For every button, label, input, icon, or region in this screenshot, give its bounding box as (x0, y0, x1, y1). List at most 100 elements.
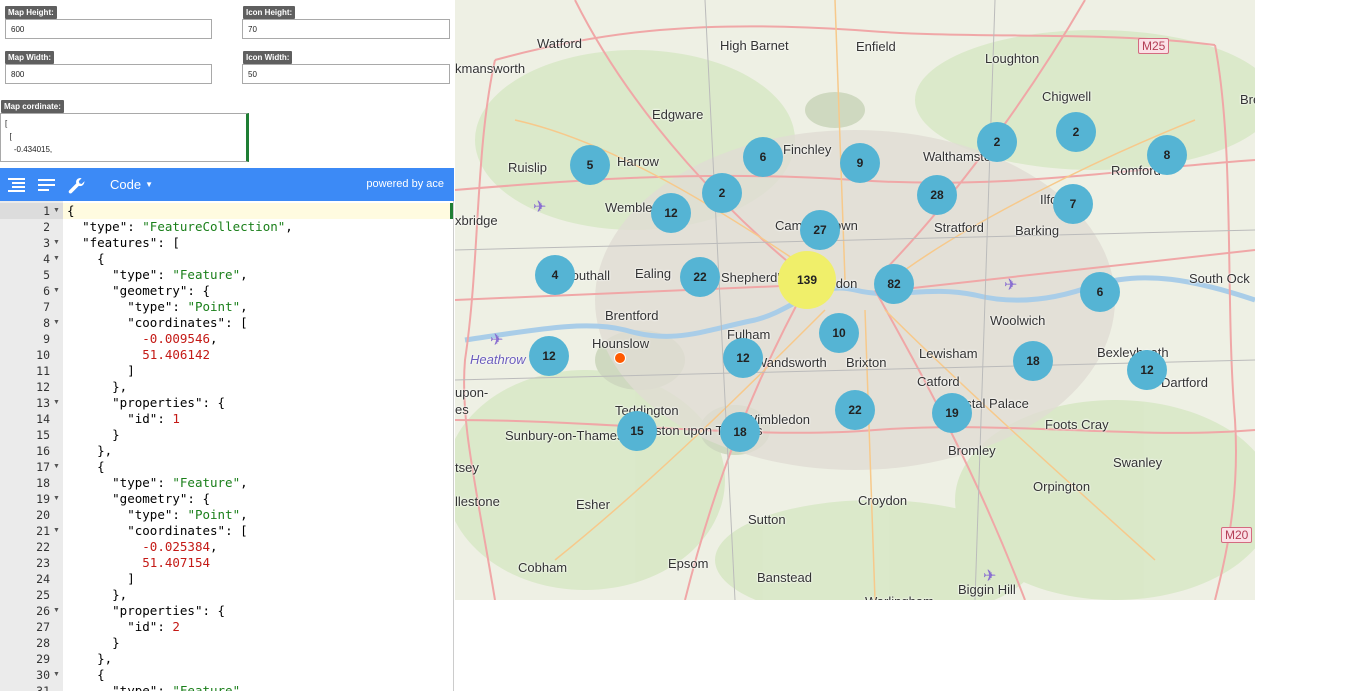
code-line[interactable]: 13 ▼ "properties": { (0, 395, 453, 411)
code-line[interactable]: 25 }, (0, 587, 453, 603)
mode-dropdown[interactable]: Code ▼ (110, 177, 153, 192)
marker-cluster[interactable]: 12 (651, 193, 691, 233)
place-label: Lewisham (919, 346, 978, 361)
map-marker[interactable] (614, 352, 626, 364)
fold-toggle-icon[interactable]: ▼ (53, 251, 60, 267)
airport-icon: ✈ (1004, 277, 1018, 294)
map-view[interactable]: Watford High Barnet Enfield Loughton M25 Bren… (455, 0, 1255, 600)
place-label: Brixton (846, 355, 887, 370)
line-number: 5 (43, 268, 50, 282)
marker-cluster[interactable]: 28 (917, 175, 957, 215)
code-line[interactable]: 10 51.406142 (0, 347, 453, 363)
code-text: "type": "Point", (127, 299, 248, 314)
line-number: 3 (43, 236, 50, 250)
marker-cluster[interactable]: 6 (1080, 272, 1120, 312)
fold-toggle-icon[interactable]: ▼ (53, 491, 60, 507)
map-height-input[interactable] (5, 19, 212, 39)
place-label: Stratford (934, 220, 984, 235)
code-line[interactable]: 2 "type": "FeatureCollection", (0, 219, 453, 235)
line-number: 27 (36, 620, 50, 634)
icon-height-input[interactable] (242, 19, 450, 39)
editor-toolbar: Code ▼ powered by ace (0, 168, 454, 201)
code-line[interactable]: 29 }, (0, 651, 453, 667)
place-label: Bromley (948, 443, 996, 458)
marker-cluster[interactable]: 22 (835, 390, 875, 430)
code-line[interactable]: 19 ▼ "geometry": { (0, 491, 453, 507)
marker-cluster[interactable]: 19 (932, 393, 972, 433)
marker-cluster[interactable]: 2 (977, 122, 1017, 162)
code-line[interactable]: 24 ] (0, 571, 453, 587)
marker-cluster[interactable]: 18 (720, 412, 760, 452)
fold-toggle-icon[interactable]: ▼ (53, 235, 60, 251)
code-line[interactable]: 30 ▼ { (0, 667, 453, 683)
marker-cluster[interactable]: 7 (1053, 184, 1093, 224)
code-line[interactable]: 17 ▼ { (0, 459, 453, 475)
marker-cluster[interactable]: 9 (840, 143, 880, 183)
line-number: 9 (43, 332, 50, 346)
code-line[interactable]: 9 -0.009546, (0, 331, 453, 347)
code-line[interactable]: 1 ▼ { (0, 203, 453, 219)
marker-cluster[interactable]: 4 (535, 255, 575, 295)
code-text: "id": 2 (127, 619, 180, 634)
marker-cluster[interactable]: 18 (1013, 341, 1053, 381)
fold-toggle-icon[interactable]: ▼ (53, 459, 60, 475)
code-line[interactable]: 31 "type": "Feature", (0, 683, 453, 691)
marker-cluster[interactable]: 2 (1056, 112, 1096, 152)
line-number: 6 (43, 284, 50, 298)
wrench-icon[interactable] (68, 177, 86, 194)
code-line[interactable]: 15 } (0, 427, 453, 443)
code-line[interactable]: 20 "type": "Point", (0, 507, 453, 523)
code-text: "type": "Feature", (112, 267, 248, 282)
marker-cluster[interactable]: 6 (743, 137, 783, 177)
code-line[interactable]: 21 ▼ "coordinates": [ (0, 523, 453, 539)
code-line[interactable]: 22 -0.025384, (0, 539, 453, 555)
marker-cluster[interactable]: 82 (874, 264, 914, 304)
marker-cluster[interactable]: 27 (800, 210, 840, 250)
marker-cluster[interactable]: 12 (529, 336, 569, 376)
code-line[interactable]: 5 "type": "Feature", (0, 267, 453, 283)
code-text: "geometry": { (112, 491, 210, 506)
code-line[interactable]: 7 "type": "Point", (0, 299, 453, 315)
marker-cluster[interactable]: 12 (1127, 350, 1167, 390)
code-editor[interactable]: 1 ▼{2 "type": "FeatureCollection", 3 ▼ "fea… (0, 201, 454, 691)
marker-cluster[interactable]: 139 (778, 251, 836, 309)
format-indent-icon[interactable] (8, 177, 26, 193)
code-line[interactable]: 26 ▼ "properties": { (0, 603, 453, 619)
compact-icon[interactable] (38, 177, 56, 193)
marker-cluster[interactable]: 12 (723, 338, 763, 378)
code-line[interactable]: 27 "id": 2 (0, 619, 453, 635)
code-line[interactable]: 3 ▼ "features": [ (0, 235, 453, 251)
code-line[interactable]: 12 }, (0, 379, 453, 395)
line-number: 18 (36, 476, 50, 490)
fold-toggle-icon[interactable]: ▼ (53, 523, 60, 539)
code-line[interactable]: 23 51.407154 (0, 555, 453, 571)
fold-toggle-icon[interactable]: ▼ (53, 603, 60, 619)
fold-toggle-icon[interactable]: ▼ (53, 283, 60, 299)
code-line[interactable]: 6 ▼ "geometry": { (0, 283, 453, 299)
marker-cluster[interactable]: 15 (617, 411, 657, 451)
fold-toggle-icon[interactable]: ▼ (53, 667, 60, 683)
marker-cluster[interactable]: 10 (819, 313, 859, 353)
fold-toggle-icon[interactable]: ▼ (53, 203, 60, 219)
map-coordinate-textarea[interactable]: [ [ -0.434015, (0, 113, 249, 162)
code-line[interactable]: 18 "type": "Feature", (0, 475, 453, 491)
marker-cluster[interactable]: 8 (1147, 135, 1187, 175)
fold-toggle-icon[interactable]: ▼ (53, 315, 60, 331)
icon-width-input[interactable] (242, 64, 450, 84)
map-width-input[interactable] (5, 64, 212, 84)
marker-cluster[interactable]: 2 (702, 173, 742, 213)
place-label: Warlingham (865, 594, 934, 600)
map-width-label: Map Width: (5, 51, 55, 64)
code-line[interactable]: 11 ] (0, 363, 453, 379)
fold-toggle-icon[interactable]: ▼ (53, 395, 60, 411)
code-text: }, (67, 587, 128, 602)
code-line[interactable]: 14 "id": 1 (0, 411, 453, 427)
place-label: es (455, 402, 469, 417)
code-line[interactable]: 28 } (0, 635, 453, 651)
code-line[interactable]: 8 ▼ "coordinates": [ (0, 315, 453, 331)
powered-by-link[interactable]: powered by ace (366, 178, 444, 190)
code-line[interactable]: 16 }, (0, 443, 453, 459)
marker-cluster[interactable]: 22 (680, 257, 720, 297)
code-line[interactable]: 4 ▼ { (0, 251, 453, 267)
marker-cluster[interactable]: 5 (570, 145, 610, 185)
